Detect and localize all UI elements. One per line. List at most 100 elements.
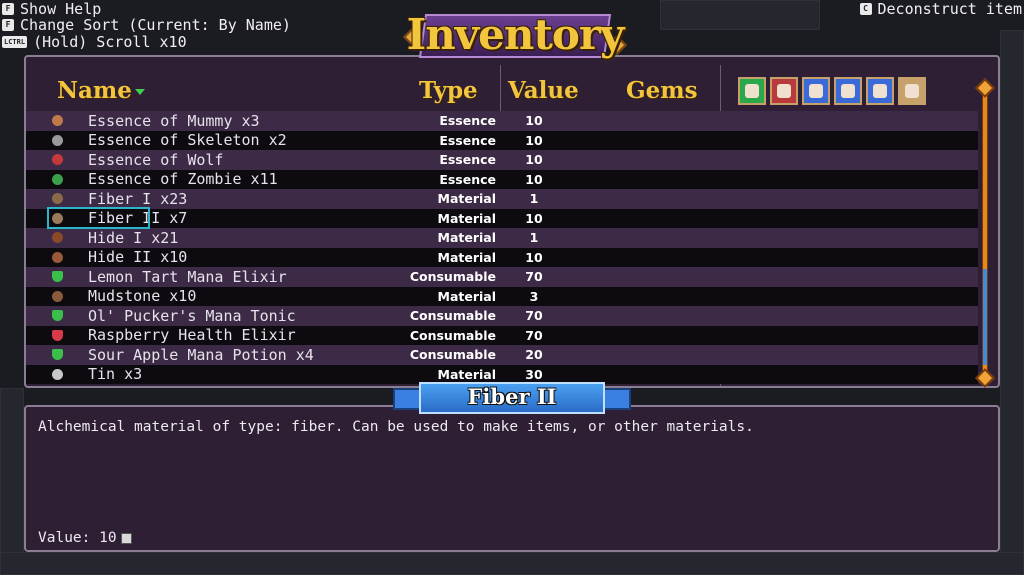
item-value-cell: 70 xyxy=(525,308,543,324)
key-badge: F xyxy=(2,19,14,31)
item-value-label: Value: 10 xyxy=(38,530,117,546)
filter-button[interactable]: boot-icon xyxy=(866,77,894,105)
filter-button[interactable]: heart-icon xyxy=(738,77,766,105)
title-plaque: Inventory xyxy=(400,6,630,64)
value-column-header[interactable]: Value xyxy=(508,77,579,104)
target-icon: target-icon xyxy=(809,84,823,98)
key-badge: LCTRL xyxy=(2,36,28,48)
item-name: Essence of Zombie x11 xyxy=(88,170,278,189)
inventory-row[interactable]: Fiber I x23 Material 1 xyxy=(26,189,978,209)
background-tile xyxy=(660,0,820,30)
filter-bar: heart-icon crossed-swords-icon target-icon… xyxy=(738,77,926,105)
item-value-cell: 1 xyxy=(529,230,539,246)
item-list: Essence of Mummy x3 Essence 10 Essence of S… xyxy=(26,111,978,384)
item-value: Value: 10 xyxy=(38,530,132,546)
zombie-essence-icon xyxy=(50,172,64,186)
item-name: Hide I x21 xyxy=(88,228,179,247)
item-type: Consumable xyxy=(409,308,496,324)
filter-button[interactable]: shield-icon xyxy=(898,77,926,105)
name-header-label: Name xyxy=(57,77,132,104)
background-tile xyxy=(0,552,1024,575)
filter-button[interactable]: crossed-swords-icon xyxy=(770,77,798,105)
item-name: Essence of Mummy x3 xyxy=(88,111,260,130)
background-tile xyxy=(0,388,24,575)
ingot-icon xyxy=(50,367,64,381)
item-value-cell: 10 xyxy=(525,249,543,265)
armor-icon: armor-icon xyxy=(841,84,855,98)
item-type: Consumable xyxy=(409,327,496,343)
inventory-row[interactable]: Fiber II x7 Material 10 xyxy=(26,208,978,228)
hide-icon xyxy=(50,231,64,245)
coin-icon xyxy=(120,532,132,544)
selected-item-banner: Fiber II xyxy=(393,382,631,416)
item-value-cell: 10 xyxy=(525,152,543,168)
scroll-label: (Hold) Scroll x10 xyxy=(33,33,187,51)
scrollbar-thumb[interactable] xyxy=(983,269,987,365)
crossed-swords-icon: crossed-swords-icon xyxy=(777,84,791,98)
stone-icon xyxy=(50,289,64,303)
scroll-down-icon[interactable] xyxy=(975,368,995,388)
scroll-hint[interactable]: LCTRL (Hold) Scroll x10 xyxy=(2,33,187,51)
item-name: Ol' Pucker's Mana Tonic xyxy=(88,306,296,325)
item-value-cell: 70 xyxy=(525,269,543,285)
item-type: Material xyxy=(437,210,497,226)
inventory-row[interactable]: Essence of Mummy x3 Essence 10 xyxy=(26,111,978,131)
item-name: Fiber I x23 xyxy=(88,189,188,208)
item-value-cell: 10 xyxy=(525,210,543,226)
inventory-row[interactable]: Lemon Tart Mana Elixir Consumable 70 xyxy=(26,267,978,287)
inventory-row[interactable]: Hide I x21 Material 1 xyxy=(26,228,978,248)
item-name: Tin x3 xyxy=(88,365,143,384)
item-type: Consumable xyxy=(409,269,496,285)
shield-icon: shield-icon xyxy=(905,84,919,98)
inventory-row[interactable]: Ol' Pucker's Mana Tonic Consumable 70 xyxy=(26,306,978,326)
item-name: Essence of Wolf xyxy=(88,150,224,169)
potion-icon xyxy=(50,270,64,284)
inventory-row[interactable]: Sour Apple Mana Potion x4 Consumable 20 xyxy=(26,345,978,365)
change-sort-label: Change Sort (Current: By Name) xyxy=(20,16,291,34)
item-type: Material xyxy=(437,288,497,304)
item-value-cell: 30 xyxy=(525,366,543,382)
item-value-cell: 10 xyxy=(525,132,543,148)
item-value-cell: 10 xyxy=(525,171,543,187)
mummy-essence-icon xyxy=(50,114,64,128)
name-column-header[interactable]: Name xyxy=(57,77,145,104)
inventory-row[interactable]: Raspberry Health Elixir Consumable 70 xyxy=(26,325,978,345)
gems-column-header[interactable]: Gems xyxy=(626,77,698,104)
key-badge: C xyxy=(859,3,872,15)
item-value-cell: 20 xyxy=(525,347,543,363)
item-value-cell: 10 xyxy=(525,113,543,129)
scrollbar[interactable] xyxy=(975,78,995,388)
deconstruct-hint[interactable]: C Deconstruct item xyxy=(859,0,1022,18)
filter-button[interactable]: target-icon xyxy=(802,77,830,105)
boot-icon: boot-icon xyxy=(873,84,887,98)
inventory-row[interactable]: Mudstone x10 Material 3 xyxy=(26,286,978,306)
item-value-cell: 70 xyxy=(525,327,543,343)
inventory-row[interactable]: Essence of Skeleton x2 Essence 10 xyxy=(26,130,978,150)
key-badge: F xyxy=(2,3,14,15)
item-type: Essence xyxy=(439,152,496,168)
item-type: Essence xyxy=(439,171,496,187)
item-type: Essence xyxy=(439,132,496,148)
inventory-row[interactable]: Essence of Zombie x11 Essence 10 xyxy=(26,169,978,189)
heart-icon: heart-icon xyxy=(745,84,759,98)
change-sort-hint[interactable]: F Change Sort (Current: By Name) xyxy=(2,16,291,34)
item-name: Sour Apple Mana Potion x4 xyxy=(88,345,314,364)
item-type: Material xyxy=(437,366,497,382)
wolf-essence-icon xyxy=(50,153,64,167)
selection-highlight xyxy=(47,207,150,229)
fiber-icon xyxy=(50,192,64,206)
inventory-row[interactable]: Hide II x10 Material 10 xyxy=(26,247,978,267)
scroll-up-icon[interactable] xyxy=(975,78,995,98)
potion-icon xyxy=(50,328,64,342)
type-column-header[interactable]: Type xyxy=(419,77,478,104)
item-type: Consumable xyxy=(409,347,496,363)
filter-button[interactable]: armor-icon xyxy=(834,77,862,105)
item-name: Mudstone x10 xyxy=(88,287,197,306)
skeleton-essence-icon xyxy=(50,133,64,147)
inventory-row[interactable]: Essence of Wolf Essence 10 xyxy=(26,150,978,170)
item-name: Lemon Tart Mana Elixir xyxy=(88,267,287,286)
hide-icon xyxy=(50,250,64,264)
item-name: Raspberry Health Elixir xyxy=(88,326,296,345)
item-name: Essence of Skeleton x2 xyxy=(88,131,287,150)
background-tile xyxy=(1000,30,1024,575)
